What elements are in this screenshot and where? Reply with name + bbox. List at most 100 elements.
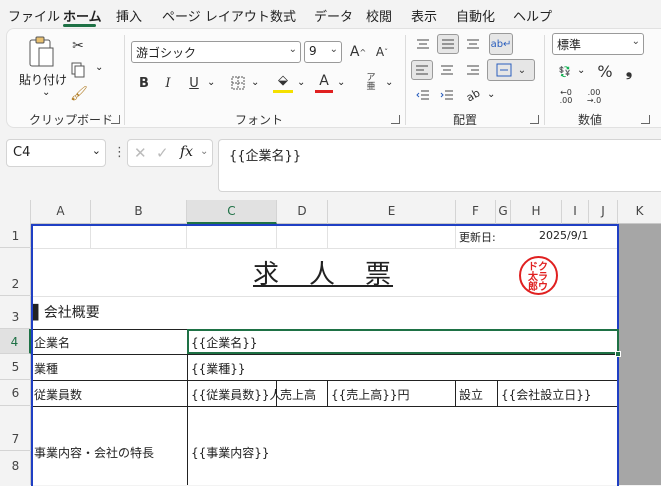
decrease-indent-icon[interactable] — [413, 85, 433, 105]
paste-button-label[interactable]: 貼り付け — [19, 71, 67, 88]
insert-function-icon[interactable]: fx — [180, 144, 193, 160]
column-header-b[interactable]: B — [91, 200, 187, 224]
fill-color-icon[interactable]: ⬙ — [273, 71, 293, 93]
menu-page-layout[interactable]: ページ レイアウト — [162, 6, 270, 25]
chevron-down-icon[interactable]: ⌄ — [92, 144, 101, 157]
cut-icon[interactable]: ✂ — [69, 37, 87, 55]
align-top-icon[interactable] — [413, 35, 433, 53]
font-name-value: 游ゴシック — [136, 46, 197, 60]
merge-center-icon[interactable]: ⌄ — [487, 59, 535, 81]
separator — [124, 35, 125, 125]
align-left-icon[interactable] — [411, 60, 433, 80]
row-header-1[interactable]: 1 — [0, 224, 31, 248]
column-header-a[interactable]: A — [31, 200, 91, 224]
row-headers: 1 2 3 4 5 6 7 8 — [0, 224, 31, 485]
separator — [544, 35, 545, 125]
formula-input[interactable]: {{企業名}} — [218, 139, 661, 192]
menu-formulas[interactable]: 数式 — [270, 6, 296, 25]
accounting-dropdown-icon[interactable]: ⌄ — [577, 65, 585, 76]
increase-indent-icon[interactable] — [437, 85, 457, 105]
accounting-format-icon[interactable]: 💱 — [555, 63, 575, 81]
column-header-h[interactable]: H — [511, 200, 562, 224]
formula-buttons: ✕ ✓ fx ⌄ — [127, 139, 213, 167]
select-all-button[interactable] — [0, 200, 31, 224]
italic-icon[interactable]: I — [159, 73, 177, 93]
underline-dropdown-icon[interactable]: ⌄ — [207, 77, 215, 88]
column-header-g[interactable]: G — [496, 200, 511, 224]
menu-home[interactable]: ホーム — [63, 6, 102, 25]
ribbon: 貼り付け ⌄ ✂ ⌄ 🖌 クリップボード 游ゴシック ⌄ 9 ⌄ A ^ Aˇ B I… — [6, 28, 661, 128]
column-headers: A B C D E F G H I J K — [0, 200, 661, 224]
fill-color-dropdown-icon[interactable]: ⌄ — [297, 77, 305, 88]
align-middle-icon[interactable] — [437, 34, 459, 54]
phonetic-icon[interactable]: ア亜 — [361, 73, 381, 93]
bold-icon[interactable]: B — [135, 73, 153, 93]
alignment-launcher-icon[interactable] — [530, 115, 539, 124]
orientation-dropdown-icon[interactable]: ⌄ — [487, 89, 495, 100]
selected-cell-c4[interactable] — [187, 329, 619, 354]
font-color-dropdown-icon[interactable]: ⌄ — [337, 77, 345, 88]
row-header-6[interactable]: 6 — [0, 380, 31, 406]
font-size-dropdown[interactable]: 9 ⌄ — [304, 41, 342, 63]
decrease-font-size-icon[interactable]: Aˇ — [371, 41, 393, 63]
row-header-8[interactable]: 8 — [0, 451, 31, 485]
chevron-down-icon[interactable]: ⌄ — [200, 146, 208, 157]
row-header-3[interactable]: 3 — [0, 296, 31, 329]
column-header-j[interactable]: J — [589, 200, 618, 224]
column-header-c[interactable]: C — [187, 200, 277, 224]
wrap-text-icon[interactable]: ab↵ — [489, 33, 513, 55]
column-header-k[interactable]: K — [618, 200, 661, 224]
increase-decimal-icon[interactable]: ←0.00 — [555, 87, 577, 107]
copy-icon[interactable] — [69, 61, 87, 79]
number-group-label: 数値 — [578, 113, 603, 127]
increase-font-size-icon[interactable]: A ^ — [347, 41, 369, 63]
copy-dropdown-icon[interactable]: ⌄ — [95, 62, 103, 73]
menu-help[interactable]: ヘルプ — [513, 6, 552, 25]
name-box[interactable]: C4 ⌄ — [6, 139, 106, 167]
column-header-f[interactable]: F — [456, 200, 496, 224]
row-header-7[interactable]: 7 — [0, 406, 31, 451]
paste-icon[interactable] — [23, 35, 59, 69]
menu-insert[interactable]: 挿入 — [116, 6, 142, 25]
number-format-dropdown[interactable]: 標準 ⌄ — [552, 33, 644, 55]
menu-file[interactable]: ファイル — [8, 6, 60, 25]
outside-print-area — [618, 224, 661, 485]
font-launcher-icon[interactable] — [391, 115, 400, 124]
column-header-e[interactable]: E — [328, 200, 456, 224]
orientation-icon[interactable]: ab — [459, 81, 486, 108]
fill-handle[interactable] — [615, 351, 621, 357]
borders-dropdown-icon[interactable]: ⌄ — [251, 77, 259, 88]
align-center-icon[interactable] — [437, 60, 457, 80]
chevron-down-icon: ⌄ — [288, 44, 297, 55]
menu-automate[interactable]: 自動化 — [456, 6, 495, 25]
row-header-5[interactable]: 5 — [0, 354, 31, 380]
align-bottom-icon[interactable] — [463, 35, 483, 53]
active-tab-indicator — [63, 24, 96, 27]
font-color-icon[interactable]: A — [315, 71, 333, 93]
chevron-down-icon: ⌄ — [631, 36, 640, 47]
format-painter-icon[interactable]: 🖌 — [69, 85, 89, 103]
row-header-4[interactable]: 4 — [0, 329, 31, 354]
menu-review[interactable]: 校閲 — [366, 6, 392, 25]
paste-dropdown-icon[interactable]: ⌄ — [42, 87, 50, 98]
menu-data[interactable]: データ — [314, 6, 353, 25]
align-right-icon[interactable] — [463, 60, 483, 80]
cancel-icon[interactable]: ✕ — [134, 144, 147, 162]
font-name-dropdown[interactable]: 游ゴシック ⌄ — [131, 41, 301, 63]
clipboard-launcher-icon[interactable] — [111, 115, 120, 124]
phonetic-dropdown-icon[interactable]: ⌄ — [385, 77, 393, 88]
enter-icon[interactable]: ✓ — [156, 144, 169, 162]
clipboard-group-label: クリップボード — [29, 113, 114, 127]
decrease-decimal-icon[interactable]: .00 →.0 — [583, 87, 605, 107]
number-launcher-icon[interactable] — [641, 115, 650, 124]
menu-view[interactable]: 表示 — [411, 6, 437, 25]
column-header-d[interactable]: D — [277, 200, 328, 224]
more-options-icon[interactable]: ⋮ — [113, 145, 126, 160]
percent-icon[interactable]: % — [595, 61, 615, 81]
borders-icon[interactable] — [229, 73, 247, 93]
row-header-2[interactable]: 2 — [0, 248, 31, 296]
underline-icon[interactable]: U — [185, 73, 203, 93]
comma-style-icon[interactable]: ❟ — [621, 61, 637, 81]
chevron-down-icon: ⌄ — [329, 44, 338, 55]
column-header-i[interactable]: I — [562, 200, 589, 224]
